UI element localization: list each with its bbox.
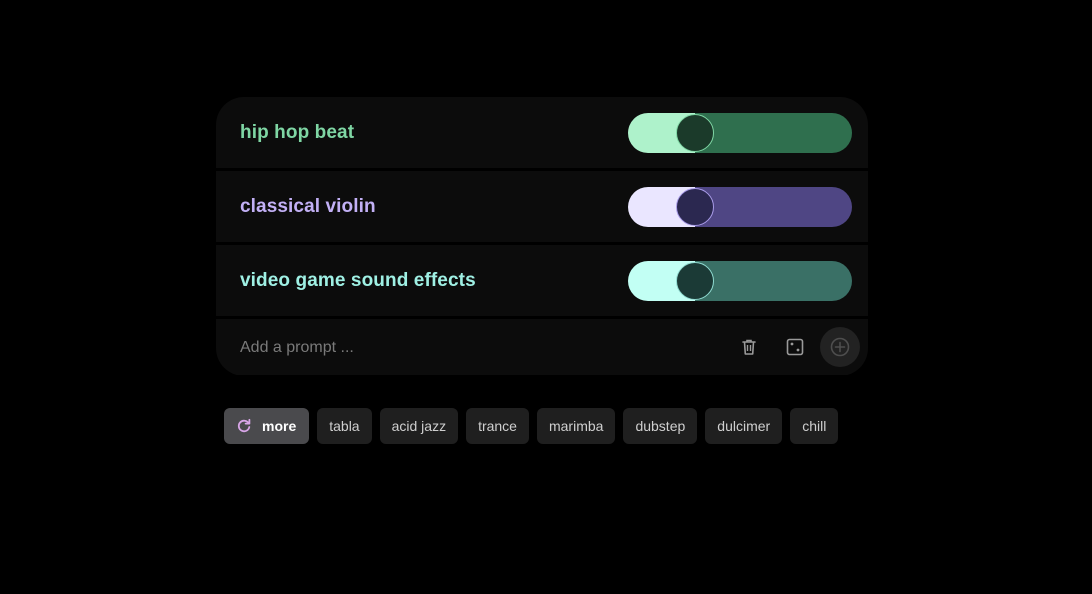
slider-knob[interactable] [676,261,715,300]
suggestion-chips: more tabla acid jazz trance marimba dubs… [224,408,839,444]
random-button[interactable] [781,333,809,361]
slider-knob[interactable] [676,113,715,152]
prompt-row-2: video game sound effects [216,245,868,316]
add-prompt-input[interactable] [234,331,682,365]
suggestion-chip[interactable]: trance [466,408,529,444]
prompt-label: hip hop beat [240,121,355,143]
prompt-row-0: hip hop beat [216,97,868,168]
suggestion-chip[interactable]: marimba [536,408,616,444]
more-label: more [262,418,297,434]
suggestion-chip[interactable]: chill [790,408,839,444]
prompt-label: classical violin [240,195,376,217]
suggestion-chip[interactable]: dulcimer [705,408,783,444]
slider-knob[interactable] [676,187,715,226]
dice-icon [786,338,804,356]
suggestion-chip[interactable]: dubstep [623,408,698,444]
add-prompt-row [216,319,868,375]
weight-slider[interactable] [628,186,852,227]
prompt-row-1: classical violin [216,171,868,242]
slider-track [695,186,852,227]
suggestion-chip[interactable]: acid jazz [379,408,459,444]
trash-icon [742,339,756,355]
delete-button[interactable] [735,333,763,361]
weight-slider[interactable] [628,260,852,301]
prompt-label: video game sound effects [240,269,476,291]
weight-slider[interactable] [628,112,852,153]
refresh-icon [236,418,252,434]
slider-track [695,112,852,153]
prompt-panel: hip hop beat classical violin video game… [216,97,868,376]
plus-circle-icon [830,337,850,357]
slider-track [695,260,852,301]
more-suggestions-button[interactable]: more [224,408,310,444]
add-prompt-button[interactable] [820,327,860,367]
suggestion-chip[interactable]: tabla [317,408,372,444]
